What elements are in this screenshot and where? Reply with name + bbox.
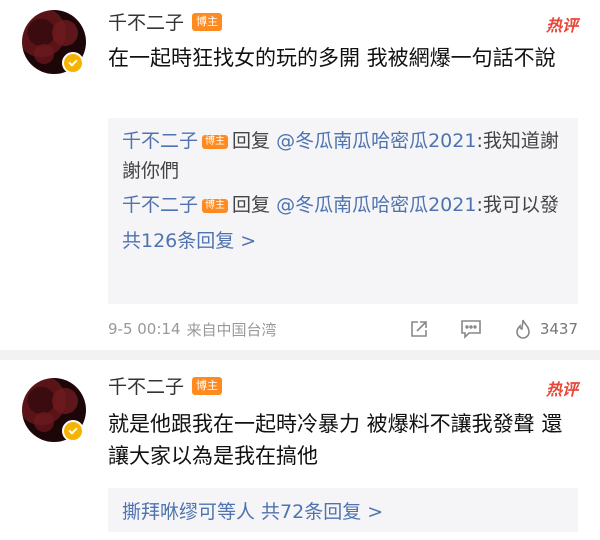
hot-comment-badge: 热评 [545,380,578,399]
reply-prefix: 回复 [232,130,271,152]
owner-tag: 博主 [192,12,223,31]
hot-comment-badge: 热评 [545,16,578,35]
comment-text: 在一起時狂找女的玩的多開 我被網爆一句話不說 [108,46,556,70]
comment-card: 千不二子 博主 热评 就是他跟我在一起時冷暴力 被爆料不讓我發聲 還讓大家以為是… [0,360,600,540]
username[interactable]: 千不二子 [108,372,184,399]
reply-text: :我可以發 [476,194,559,216]
like-button[interactable]: 3437 [512,318,578,340]
comment-icon[interactable] [460,318,482,340]
reply-author[interactable]: 千不二子 [122,194,198,216]
reply-box[interactable]: 撕拜咻缪可等人 共72条回复 > [108,488,578,532]
comment-text: 就是他跟我在一起時冷暴力 被爆料不讓我發聲 還讓大家以為是我在搞他 [108,412,563,468]
mention-link[interactable]: @冬瓜南瓜哈密瓜2021 [276,130,476,152]
more-replies-link[interactable]: 共126条回复 > [122,226,564,253]
comment-location: 来自中国台湾 [186,320,277,339]
owner-tag: 博主 [202,199,229,213]
like-count: 3437 [539,320,578,338]
verified-icon [62,52,84,74]
reply-author[interactable]: 千不二子 [122,130,198,152]
reply-item[interactable]: 千不二子 博主 回复 @冬瓜南瓜哈密瓜2021:我可以發 [122,190,564,220]
reply-prefix: 回复 [232,194,271,216]
share-icon[interactable] [408,318,430,340]
owner-tag: 博主 [202,135,229,149]
flame-icon [512,318,534,340]
verified-icon [62,420,84,442]
reply-box[interactable]: 千不二子 博主 回复 @冬瓜南瓜哈密瓜2021:我知道謝謝你們 千不二子 博主 回复 @… [108,118,578,304]
comment-card: 千不二子 博主 热评 在一起時狂找女的玩的多開 我被網爆一句話不說 千不二子 博主… [0,0,600,350]
mention-link[interactable]: @冬瓜南瓜哈密瓜2021 [276,194,476,216]
reply-item[interactable]: 千不二子 博主 回复 @冬瓜南瓜哈密瓜2021:我知道謝謝你們 [122,126,564,186]
more-replies-link[interactable]: 撕拜咻缪可等人 共72条回复 > [122,497,383,524]
divider [0,350,600,360]
comment-meta: 9-5 00:14 来自中国台湾 3437 [108,318,578,340]
username[interactable]: 千不二子 [108,8,184,35]
comment-time: 9-5 00:14 [108,320,181,338]
owner-tag: 博主 [192,376,223,395]
